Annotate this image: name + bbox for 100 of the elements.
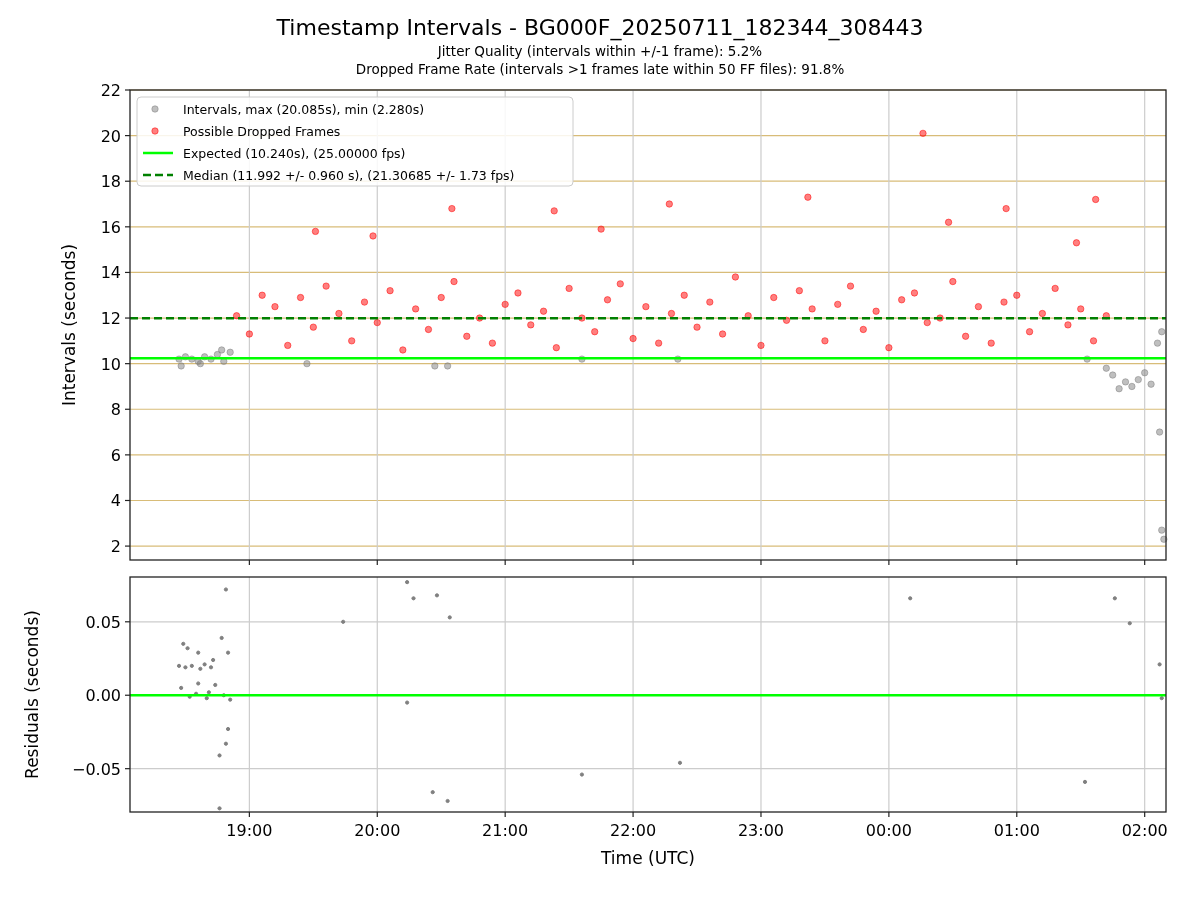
data-point <box>225 650 231 655</box>
data-point <box>245 330 254 338</box>
tick-label: 19:00 <box>226 821 273 840</box>
data-point <box>667 309 676 318</box>
axis-label: Residuals (seconds) <box>22 610 42 779</box>
data-point <box>196 359 205 368</box>
tick-label: 21:00 <box>482 821 529 840</box>
data-point <box>591 328 599 336</box>
data-point <box>923 318 931 327</box>
data-point <box>194 691 199 696</box>
data-point <box>341 619 346 624</box>
data-point <box>217 806 222 811</box>
data-point <box>795 287 804 295</box>
data-point <box>654 339 663 347</box>
data-point <box>550 207 558 215</box>
data-point <box>597 225 605 233</box>
data-point <box>284 341 292 350</box>
legend-label: Intervals, max (20.085s), min (2.280s) <box>183 102 425 117</box>
data-point <box>369 232 377 240</box>
tick-label: 8 <box>110 400 121 420</box>
data-point <box>859 325 867 334</box>
data-point <box>514 289 522 297</box>
data-point <box>348 337 356 345</box>
data-point <box>386 287 394 295</box>
data-point <box>693 323 701 331</box>
data-point <box>179 685 184 690</box>
data-point <box>225 726 231 732</box>
data-point <box>1083 355 1091 363</box>
data-point <box>447 615 452 620</box>
data-point <box>223 587 229 592</box>
data-point <box>919 129 927 138</box>
data-point <box>1112 596 1117 601</box>
data-point <box>309 323 317 331</box>
data-point <box>1159 696 1164 701</box>
tick-label: 02:00 <box>1121 821 1168 840</box>
data-point <box>322 282 330 290</box>
data-point <box>196 650 201 655</box>
tick-label: 6 <box>110 445 121 465</box>
data-point <box>1038 309 1047 318</box>
data-point <box>821 337 829 345</box>
data-point <box>335 309 343 318</box>
data-point <box>1091 195 1100 204</box>
data-point <box>578 314 586 322</box>
data-point <box>680 291 688 299</box>
tick-label: 0.00 <box>85 686 121 706</box>
data-point <box>443 362 452 370</box>
legend-label: Median (11.992 +/- 0.960 s), (21.30685 +/- 1.73 fps) <box>183 168 515 183</box>
data-point <box>196 681 201 686</box>
tick-label: 10 <box>100 354 121 374</box>
data-point <box>211 657 216 663</box>
data-point <box>213 350 222 359</box>
data-point <box>271 302 279 311</box>
data-point <box>1089 337 1098 345</box>
data-point <box>744 312 752 320</box>
data-point <box>674 355 682 363</box>
data-point <box>488 339 497 347</box>
tick-label: 20:00 <box>354 821 401 840</box>
data-point <box>1127 621 1132 626</box>
data-point <box>961 332 970 340</box>
tick-label: 22 <box>100 81 121 100</box>
data-point <box>258 291 266 299</box>
data-point <box>187 694 192 699</box>
data-point <box>221 693 226 698</box>
data-point <box>834 300 842 309</box>
figure-subtitle: Dropped Frame Rate (intervals >1 frames late within 50 FF files): 91.8% <box>355 60 845 78</box>
data-point <box>437 293 445 302</box>
data-point <box>411 596 416 601</box>
data-point <box>424 325 433 334</box>
tick-label: 2 <box>110 537 121 557</box>
data-point <box>303 359 311 368</box>
data-point <box>463 332 471 340</box>
data-point <box>311 227 320 236</box>
legend-label: Expected (10.240s), (25.00000 fps) <box>183 146 406 161</box>
figure-subtitle: Jitter Quality (intervals within +/-1 frame): 5.2% <box>437 42 763 60</box>
data-point <box>1102 312 1110 320</box>
data-point <box>1064 321 1072 329</box>
data-point <box>217 753 222 758</box>
data-point <box>629 334 637 343</box>
data-point <box>223 741 229 746</box>
tick-label: 16 <box>100 217 121 237</box>
data-point <box>910 289 919 297</box>
tick-label: 20 <box>100 126 121 146</box>
data-point <box>987 339 995 347</box>
data-point <box>501 300 509 309</box>
axis-label: Time (UTC) <box>601 848 695 868</box>
data-point <box>1013 291 1021 299</box>
data-point <box>360 298 369 306</box>
data-point <box>897 296 906 304</box>
data-point <box>782 316 791 324</box>
data-point <box>213 682 218 688</box>
data-point <box>1082 779 1088 784</box>
data-point <box>430 790 435 795</box>
data-point <box>885 344 893 352</box>
data-point <box>578 355 586 363</box>
data-point <box>718 330 727 338</box>
tick-label: 14 <box>100 263 121 283</box>
data-point <box>770 293 778 302</box>
legend-label: Possible Dropped Frames <box>183 124 341 139</box>
data-point <box>1051 284 1059 293</box>
tick-label: 23:00 <box>737 821 785 840</box>
